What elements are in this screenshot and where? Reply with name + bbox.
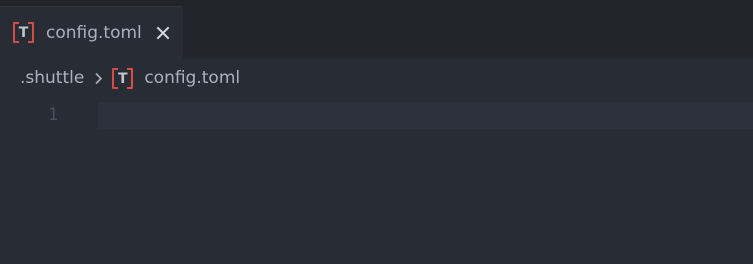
tab-label: config.toml: [46, 22, 142, 43]
tab-config-toml[interactable]: T config.toml: [0, 6, 183, 58]
breadcrumb-folder[interactable]: .shuttle: [20, 68, 84, 88]
toml-file-icon: T: [112, 67, 134, 89]
tab-bar: T config.toml: [0, 0, 753, 58]
toml-file-icon: T: [13, 22, 34, 43]
chevron-right-icon: [94, 66, 103, 90]
breadcrumb-file[interactable]: config.toml: [144, 68, 240, 88]
editor-window: T config.toml .shuttle T config.toml 1: [0, 0, 753, 264]
code-editor[interactable]: 1: [0, 100, 753, 264]
editor-line: 1: [0, 100, 753, 130]
line-number: 1: [48, 105, 59, 125]
breadcrumb: .shuttle T config.toml: [20, 66, 240, 90]
close-icon[interactable]: [155, 25, 171, 41]
current-line-highlight[interactable]: [98, 102, 753, 129]
